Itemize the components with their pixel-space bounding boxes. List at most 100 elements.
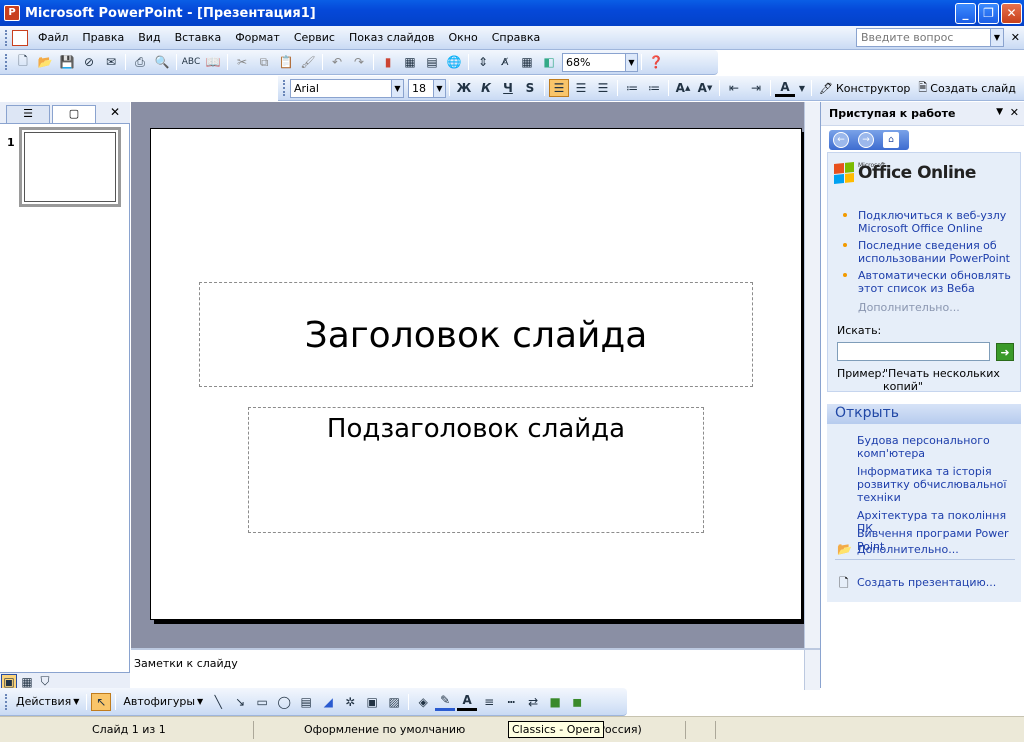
permission-icon[interactable]: ⊘	[79, 53, 99, 71]
menu-tools[interactable]: Сервис	[287, 29, 342, 46]
grid-icon[interactable]: ▦	[517, 53, 537, 71]
undo-icon[interactable]: ↶	[327, 53, 347, 71]
redo-icon[interactable]: ↷	[349, 53, 369, 71]
menu-window[interactable]: Окно	[442, 29, 485, 46]
tab-outline[interactable]: ☰	[6, 105, 50, 123]
vertical-scrollbar[interactable]	[804, 102, 820, 648]
new-slide-button[interactable]: 🗎 Создать слайд	[914, 78, 1019, 98]
shadow-style-icon[interactable]: ■	[545, 693, 565, 711]
wordart-icon[interactable]: ◢	[318, 693, 338, 711]
copy-icon[interactable]: ⧉	[254, 53, 274, 71]
print-icon[interactable]: ⎙	[130, 53, 150, 71]
diagram-icon[interactable]: ✲	[340, 693, 360, 711]
dash-style-icon[interactable]: ┅	[501, 693, 521, 711]
chevron-down-icon[interactable]: ▼	[996, 107, 1003, 117]
research-icon[interactable]: 📖	[203, 53, 223, 71]
slide-thumbnail[interactable]	[19, 127, 121, 207]
fill-color-icon[interactable]: ◈	[413, 693, 433, 711]
align-right-icon[interactable]: ☰	[593, 79, 613, 97]
show-formatting-icon[interactable]: A̸	[495, 53, 515, 71]
zoom-select[interactable]: 68% ▼	[562, 52, 638, 72]
arrow-style-icon[interactable]: ⇄	[523, 693, 543, 711]
underline-button[interactable]: Ч	[498, 79, 518, 97]
forward-icon[interactable]: →	[858, 132, 874, 148]
open-more-link[interactable]: Дополнительно...	[857, 543, 959, 556]
notes-scrollbar[interactable]	[804, 650, 820, 690]
italic-button[interactable]: К	[476, 79, 496, 97]
line-icon[interactable]: ╲	[208, 693, 228, 711]
cut-icon[interactable]: ✂	[232, 53, 252, 71]
chevron-down-icon[interactable]: ▼	[797, 79, 807, 97]
back-icon[interactable]: ←	[833, 132, 849, 148]
chevron-down-icon[interactable]: ▼	[990, 28, 1004, 47]
menu-help[interactable]: Справка	[485, 29, 547, 46]
font-select[interactable]: Arial ▼	[290, 78, 404, 98]
actions-menu[interactable]: Действия ▼	[12, 692, 83, 712]
minimize-button[interactable]: _	[955, 3, 976, 24]
menu-slideshow[interactable]: Показ слайдов	[342, 29, 442, 46]
expand-icon[interactable]: ⇕	[473, 53, 493, 71]
home-icon[interactable]: ⌂	[883, 132, 899, 148]
close-icon[interactable]: ✕	[110, 105, 120, 119]
restore-button[interactable]: ❐	[978, 3, 999, 24]
line-color-icon[interactable]: ✎	[435, 693, 456, 711]
rectangle-icon[interactable]: ▭	[252, 693, 272, 711]
bold-button[interactable]: Ж	[454, 79, 474, 97]
recent-file-1[interactable]: Будова персонального комп'ютера	[857, 434, 990, 460]
line-style-icon[interactable]: ≡	[479, 693, 499, 711]
save-icon[interactable]: 💾	[57, 53, 77, 71]
menu-insert[interactable]: Вставка	[168, 29, 229, 46]
font-color-icon[interactable]: A	[775, 79, 795, 97]
link-more[interactable]: Дополнительно...	[858, 301, 960, 314]
help-search-input[interactable]: Введите вопрос ▼	[856, 28, 1004, 47]
chevron-down-icon[interactable]: ▼	[391, 78, 404, 98]
go-arrow-icon[interactable]: ➜	[996, 343, 1014, 361]
align-center-icon[interactable]: ☰	[571, 79, 591, 97]
increase-font-icon[interactable]: A ▲	[673, 79, 693, 97]
slide-subtitle-placeholder[interactable]: Подзаголовок слайда	[248, 407, 704, 533]
increase-indent-icon[interactable]: ⇥	[746, 79, 766, 97]
chevron-down-icon[interactable]: ▼	[433, 78, 446, 98]
decrease-indent-icon[interactable]: ⇤	[724, 79, 744, 97]
paste-icon[interactable]: 📋	[276, 53, 296, 71]
slide-title-placeholder[interactable]: Заголовок слайда	[199, 282, 753, 387]
close-icon[interactable]: ✕	[1010, 106, 1019, 119]
spelling-icon[interactable]: ABC	[181, 53, 201, 71]
bullets-icon[interactable]: ≔	[644, 79, 664, 97]
open-icon[interactable]: 📂	[35, 53, 55, 71]
close-button[interactable]: ✕	[1001, 3, 1022, 24]
help-icon[interactable]: ❓	[646, 53, 666, 71]
clipart-icon[interactable]: ▣	[362, 693, 382, 711]
font-size-select[interactable]: 18 ▼	[408, 78, 446, 98]
table-icon[interactable]: ▦	[400, 53, 420, 71]
format-painter-icon[interactable]: 🖌	[298, 53, 318, 71]
chevron-down-icon[interactable]: ▼	[625, 52, 638, 72]
designer-button[interactable]: 🖊 Конструктор	[815, 78, 914, 98]
numbering-icon[interactable]: ≔	[622, 79, 642, 97]
print-preview-icon[interactable]: 🔍	[152, 53, 172, 71]
decrease-font-icon[interactable]: A ▼	[695, 79, 715, 97]
grip[interactable]	[5, 54, 8, 70]
picture-icon[interactable]: ▨	[384, 693, 404, 711]
link-connect[interactable]: Подключиться к веб-узлу Microsoft Office …	[858, 209, 1006, 235]
powerpoint-app-icon[interactable]: P	[4, 5, 20, 21]
menu-edit[interactable]: Правка	[75, 29, 131, 46]
menu-format[interactable]: Формат	[228, 29, 287, 46]
link-latest-news[interactable]: Последние сведения об использовании Power…	[858, 239, 1010, 265]
grip[interactable]	[5, 29, 8, 46]
menu-view[interactable]: Вид	[131, 29, 167, 46]
notes-pane[interactable]: Заметки к слайду	[131, 648, 820, 690]
hyperlink-icon[interactable]: 🌐	[444, 53, 464, 71]
menu-file[interactable]: Файл	[31, 29, 75, 46]
chart-icon[interactable]: ▮	[378, 53, 398, 71]
color-grayscale-icon[interactable]: ◧	[539, 53, 559, 71]
link-auto-update[interactable]: Автоматически обновлять этот список из Ве…	[858, 269, 1011, 295]
autoshapes-menu[interactable]: Автофигуры ▼	[119, 692, 207, 712]
grip[interactable]	[5, 693, 8, 710]
search-input[interactable]	[837, 342, 990, 361]
email-icon[interactable]: ✉	[101, 53, 121, 71]
recent-file-2[interactable]: Інформатика та історія розвитку обчислюва…	[857, 465, 1006, 504]
textbox-icon[interactable]: ▤	[296, 693, 316, 711]
create-presentation-link[interactable]: Создать презентацию...	[857, 576, 996, 589]
slide-canvas[interactable]: Заголовок слайда Подзаголовок слайда	[150, 128, 802, 620]
